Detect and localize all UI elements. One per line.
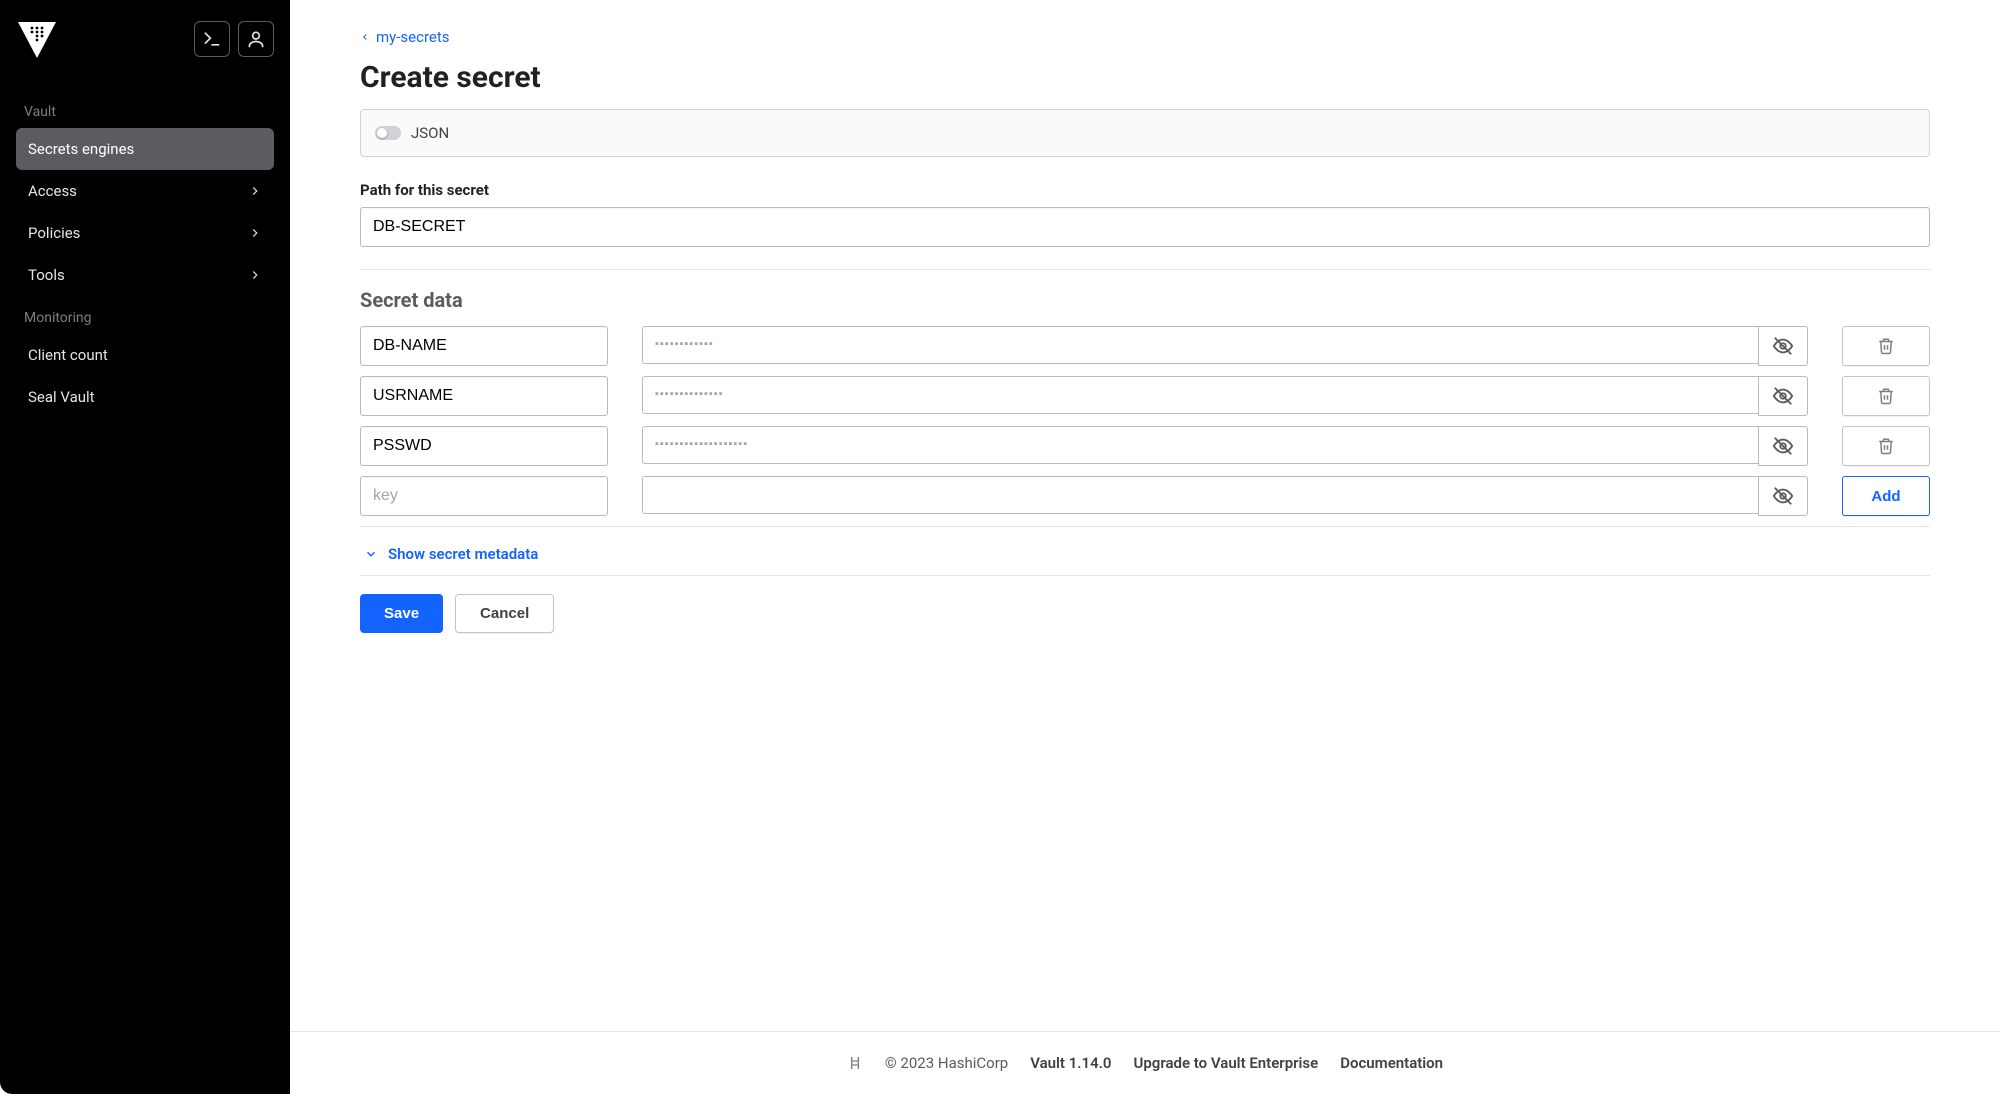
secret-key-input[interactable] xyxy=(360,326,608,366)
delete-row-button[interactable] xyxy=(1842,376,1930,416)
eye-off-icon xyxy=(1772,485,1794,507)
sidebar-item-label: Secrets engines xyxy=(28,140,134,158)
secret-key-input[interactable] xyxy=(360,376,608,416)
secret-value-input[interactable]: ▪▪▪▪▪▪▪▪▪▪▪▪▪▪▪▪▪▪▪ xyxy=(642,426,1758,464)
json-toggle[interactable] xyxy=(375,126,401,140)
secret-row: ▪▪▪▪▪▪▪▪▪▪▪▪▪▪ xyxy=(360,376,1930,416)
vault-logo xyxy=(16,18,58,60)
reveal-button[interactable] xyxy=(1758,426,1808,466)
sidebar-item-tools[interactable]: Tools xyxy=(16,254,274,296)
show-metadata-toggle[interactable]: Show secret metadata xyxy=(360,527,1930,575)
sidebar-section-monitoring: Monitoring xyxy=(24,310,266,326)
trash-icon xyxy=(1877,387,1895,405)
sidebar: Vault Secrets engines Access Policies To… xyxy=(0,0,290,1094)
sidebar-item-label: Access xyxy=(28,182,77,200)
path-input[interactable] xyxy=(360,207,1930,247)
chevron-left-icon xyxy=(360,30,370,44)
eye-off-icon xyxy=(1772,435,1794,457)
breadcrumb[interactable]: my-secrets xyxy=(360,28,1930,46)
secret-key-input[interactable] xyxy=(360,426,608,466)
cancel-button[interactable]: Cancel xyxy=(455,594,554,633)
reveal-button[interactable] xyxy=(1758,376,1808,416)
divider xyxy=(360,575,1930,576)
delete-row-button[interactable] xyxy=(1842,326,1930,366)
hashicorp-logo-icon xyxy=(847,1055,863,1071)
chevron-right-icon xyxy=(248,184,262,198)
secret-value-input[interactable]: ▪▪▪▪▪▪▪▪▪▪▪▪▪▪ xyxy=(642,376,1758,414)
actions: Save Cancel xyxy=(360,594,1930,633)
chevron-right-icon xyxy=(248,226,262,240)
sidebar-header xyxy=(16,18,274,60)
delete-row-button[interactable] xyxy=(1842,426,1930,466)
secret-value-input-new[interactable] xyxy=(642,476,1758,514)
show-metadata-label: Show secret metadata xyxy=(388,545,538,563)
sidebar-item-secrets-engines[interactable]: Secrets engines xyxy=(16,128,274,170)
footer-version: Vault 1.14.0 xyxy=(1030,1054,1111,1072)
content: my-secrets Create secret JSON Path for t… xyxy=(290,0,2000,1031)
footer-upgrade-link[interactable]: Upgrade to Vault Enterprise xyxy=(1134,1054,1319,1072)
sidebar-item-label: Policies xyxy=(28,224,80,242)
trash-icon xyxy=(1877,337,1895,355)
sidebar-item-label: Tools xyxy=(28,266,65,284)
secret-data-heading: Secret data xyxy=(360,288,1930,312)
page-title: Create secret xyxy=(360,60,1930,95)
secret-row: ▪▪▪▪▪▪▪▪▪▪▪▪ xyxy=(360,326,1930,366)
reveal-button[interactable] xyxy=(1758,326,1808,366)
secret-key-input-new[interactable] xyxy=(360,476,608,516)
reveal-button[interactable] xyxy=(1758,476,1808,516)
breadcrumb-label: my-secrets xyxy=(376,28,450,46)
divider xyxy=(360,269,1930,270)
terminal-button[interactable] xyxy=(194,21,230,57)
footer-copyright: © 2023 HashiCorp xyxy=(885,1054,1008,1072)
sidebar-item-label: Client count xyxy=(28,346,108,364)
sidebar-section-vault: Vault xyxy=(24,104,266,120)
sidebar-item-seal-vault[interactable]: Seal Vault xyxy=(16,376,274,418)
sidebar-item-client-count[interactable]: Client count xyxy=(16,334,274,376)
main: my-secrets Create secret JSON Path for t… xyxy=(290,0,2000,1094)
secret-row-new: Add xyxy=(360,476,1930,516)
sidebar-item-label: Seal Vault xyxy=(28,388,95,406)
footer: © 2023 HashiCorp Vault 1.14.0 Upgrade to… xyxy=(290,1031,2000,1094)
json-toggle-label: JSON xyxy=(411,124,449,142)
footer-docs-link[interactable]: Documentation xyxy=(1340,1054,1443,1072)
sidebar-item-policies[interactable]: Policies xyxy=(16,212,274,254)
secret-value-input[interactable]: ▪▪▪▪▪▪▪▪▪▪▪▪ xyxy=(642,326,1758,364)
save-button[interactable]: Save xyxy=(360,594,443,633)
eye-off-icon xyxy=(1772,335,1794,357)
add-row-button[interactable]: Add xyxy=(1842,476,1930,516)
eye-off-icon xyxy=(1772,385,1794,407)
trash-icon xyxy=(1877,437,1895,455)
secret-row: ▪▪▪▪▪▪▪▪▪▪▪▪▪▪▪▪▪▪▪ xyxy=(360,426,1930,466)
path-label: Path for this secret xyxy=(360,181,1930,199)
chevron-down-icon xyxy=(364,547,378,561)
user-menu-button[interactable] xyxy=(238,21,274,57)
add-row-label: Add xyxy=(1871,488,1900,505)
json-toggle-box: JSON xyxy=(360,109,1930,157)
chevron-right-icon xyxy=(248,268,262,282)
sidebar-item-access[interactable]: Access xyxy=(16,170,274,212)
